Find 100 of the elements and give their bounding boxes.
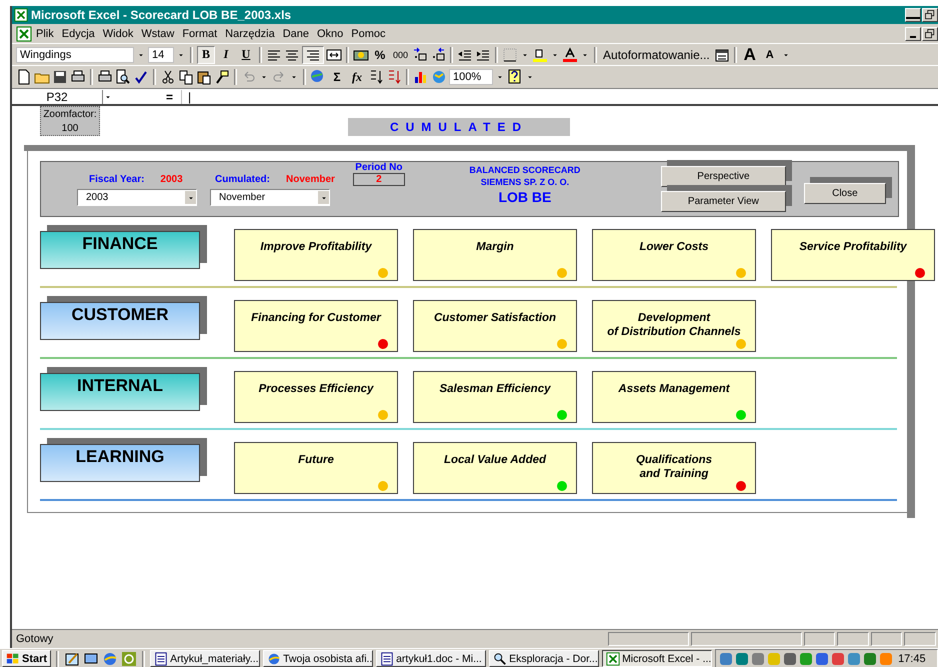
- autoformat-button[interactable]: Autoformatowanie...: [601, 46, 712, 64]
- font-color-icon[interactable]: [562, 46, 578, 62]
- objective-title: Financing for Customer: [251, 311, 381, 326]
- fill-color-icon[interactable]: [532, 46, 548, 62]
- tray-icon[interactable]: [750, 650, 766, 666]
- align-right-button[interactable]: [302, 46, 324, 64]
- objective-card[interactable]: Lower Costs: [592, 229, 756, 281]
- save-icon[interactable]: [52, 69, 68, 85]
- taskbar-button[interactable]: Twoja osobista afi...: [263, 650, 374, 667]
- status-panel: [837, 632, 869, 646]
- objective-title: Assets Management: [618, 382, 730, 397]
- status-text: Gotowy: [16, 633, 54, 645]
- objective-title: Service Profitability: [799, 240, 907, 255]
- menu-item[interactable]: Widok: [98, 28, 138, 40]
- taskbar-button[interactable]: Microsoft Excel - ...: [602, 650, 712, 667]
- spelling-icon[interactable]: [133, 69, 149, 85]
- objective-title: Improve Profitability: [260, 240, 372, 255]
- objective-card[interactable]: Financing for Customer: [234, 300, 398, 352]
- spreadsheet-icon: [606, 652, 620, 666]
- italic-button[interactable]: I: [217, 46, 235, 64]
- percent-button[interactable]: %: [371, 46, 389, 64]
- objective-card[interactable]: Assets Management: [592, 371, 756, 423]
- zoom-field[interactable]: 100%: [449, 69, 493, 85]
- objective-card[interactable]: Development of Distribution Channels: [592, 300, 756, 352]
- month-dropdown[interactable]: November: [210, 189, 330, 206]
- unit-title: LOB BE: [498, 188, 552, 206]
- formula-field[interactable]: |: [182, 90, 192, 104]
- menu-item[interactable]: Wstaw: [137, 28, 178, 40]
- menu-item[interactable]: Narzędzia: [221, 28, 279, 40]
- tray-icon[interactable]: [830, 650, 846, 666]
- magnifier-icon: [493, 652, 508, 666]
- shrink-font-button[interactable]: A: [760, 46, 779, 64]
- tray-icon[interactable]: [782, 650, 798, 666]
- borders-icon[interactable]: [502, 46, 518, 62]
- edit-icon[interactable]: [64, 650, 80, 666]
- minimize-button[interactable]: [905, 26, 921, 40]
- start-button[interactable]: Start: [2, 650, 52, 667]
- format-painter-icon[interactable]: [214, 69, 230, 85]
- bold-button[interactable]: B: [197, 46, 215, 64]
- objective-card[interactable]: Customer Satisfaction: [413, 300, 577, 352]
- menu-item[interactable]: Plik: [32, 28, 58, 40]
- print-preview-icon[interactable]: [115, 69, 131, 85]
- autoformat-icon[interactable]: [714, 46, 730, 62]
- taskbar-button[interactable]: Eksploracja - Dor...: [489, 650, 600, 667]
- objective-card[interactable]: Local Value Added: [413, 442, 577, 494]
- merge-center-icon[interactable]: [326, 46, 342, 62]
- globe-icon[interactable]: [310, 69, 326, 85]
- desktop-icon[interactable]: [83, 650, 100, 666]
- spreadsheet-icon: [14, 8, 28, 22]
- chart-icon[interactable]: [413, 69, 429, 85]
- fiscal-year-value: 2003: [160, 174, 183, 184]
- tray-icon[interactable]: [718, 650, 734, 666]
- restore-icon: [924, 28, 936, 40]
- taskbar-button[interactable]: Artykuł_materiały...: [150, 650, 260, 667]
- document-icon: [380, 652, 394, 666]
- scorecard-title: BALANCED SCORECARD: [469, 164, 580, 176]
- spreadsheet-icon[interactable]: [16, 26, 32, 42]
- restore-button[interactable]: [922, 26, 938, 40]
- window-title: Microsoft Excel - Scorecard LOB BE_2003.xls: [31, 8, 292, 22]
- objective-title: Local Value Added: [444, 453, 546, 468]
- fiscal-year-label: Fiscal Year:: [89, 174, 144, 184]
- objective-card[interactable]: Salesman Efficiency: [413, 371, 577, 423]
- objective-card[interactable]: Improve Profitability: [234, 229, 398, 281]
- tray-icon[interactable]: [734, 650, 750, 666]
- sort-ascending-icon[interactable]: [368, 69, 384, 85]
- cut-icon[interactable]: [160, 69, 176, 85]
- underline-button[interactable]: U: [237, 46, 255, 64]
- objective-card[interactable]: Future: [234, 442, 398, 494]
- zoom-factor-label: Zoomfactor:: [43, 108, 97, 120]
- objective-card[interactable]: Service Profitability: [771, 229, 935, 281]
- function-button[interactable]: fx: [348, 68, 366, 86]
- fiscal-year-dropdown[interactable]: 2003: [77, 189, 197, 206]
- font-size-field[interactable]: 14: [148, 46, 174, 62]
- copy-icon[interactable]: [178, 69, 194, 85]
- new-document-icon[interactable]: [16, 69, 32, 85]
- objective-card[interactable]: Processes Efficiency: [234, 371, 398, 423]
- tray-icon[interactable]: [814, 650, 830, 666]
- paste-icon[interactable]: [196, 69, 212, 85]
- menu-item[interactable]: Edycja: [58, 28, 99, 40]
- increase-decimal-icon[interactable]: [412, 46, 428, 62]
- menu-item[interactable]: Format: [178, 28, 222, 40]
- menu-item[interactable]: Okno: [313, 28, 348, 40]
- objective-title: Margin: [476, 240, 514, 255]
- minimize-button[interactable]: [905, 8, 921, 22]
- autosum-button[interactable]: Σ: [328, 68, 346, 86]
- objective-title: Future: [298, 453, 334, 468]
- decrease-decimal-icon[interactable]: [430, 46, 446, 62]
- objective-card[interactable]: Qualifications and Training: [592, 442, 756, 494]
- help-icon[interactable]: [507, 69, 523, 85]
- restore-button[interactable]: [922, 8, 938, 22]
- menu-item[interactable]: Dane: [278, 28, 313, 40]
- sort-descending-icon[interactable]: [386, 69, 402, 85]
- menu-item[interactable]: Pomoc: [347, 28, 390, 40]
- tray-icon[interactable]: [862, 650, 878, 666]
- grow-font-button[interactable]: A: [740, 46, 759, 64]
- taskbar-button[interactable]: artykuł1.doc - Mi...: [376, 650, 486, 667]
- thousands-button[interactable]: 000: [391, 46, 410, 64]
- objective-card[interactable]: Margin: [413, 229, 577, 281]
- font-field[interactable]: Wingdings: [16, 46, 134, 62]
- clock: 17:45: [898, 652, 926, 664]
